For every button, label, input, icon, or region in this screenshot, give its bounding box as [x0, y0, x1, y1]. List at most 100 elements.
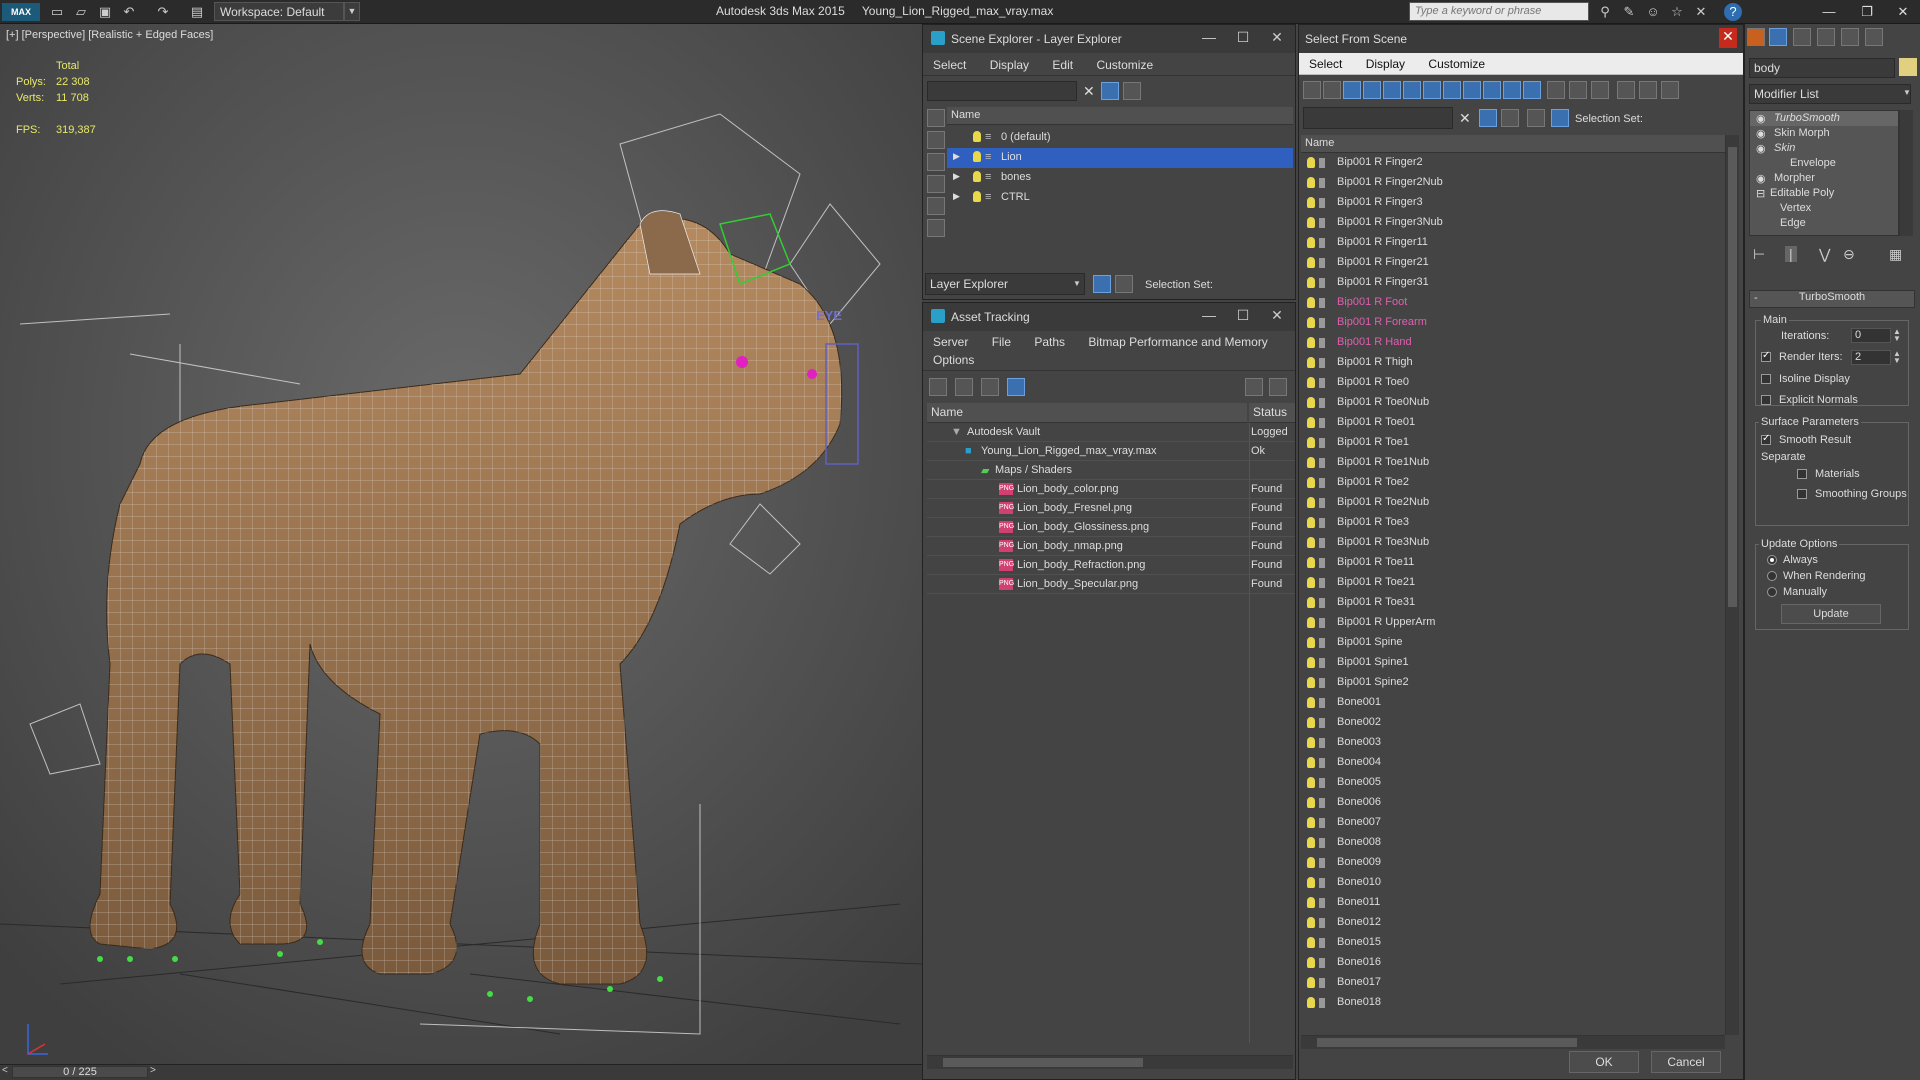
freeze-icon[interactable] [1319, 338, 1325, 348]
freeze-icon[interactable] [1319, 318, 1325, 328]
chevron-down-icon[interactable]: ▼ [1073, 279, 1081, 288]
freeze-icon[interactable] [1319, 198, 1325, 208]
tools-icon[interactable]: ✎ [1620, 3, 1638, 21]
freeze-icon[interactable] [1319, 798, 1325, 808]
menu-options[interactable]: Options [923, 353, 984, 371]
scene-object-row[interactable]: Bip001 R Toe1 [1301, 433, 1725, 453]
asset-row[interactable]: PNG Lion_body_nmap.png Found [927, 537, 1295, 556]
freeze-icon[interactable] [1319, 358, 1325, 368]
freeze-icon[interactable] [1319, 398, 1325, 408]
scene-explorer-search-input[interactable] [927, 81, 1077, 101]
modifier-subitem[interactable]: Envelope [1790, 157, 1836, 169]
freeze-icon[interactable] [1319, 738, 1325, 748]
menu-select[interactable]: Select [1299, 53, 1352, 75]
modifier-item[interactable]: Editable Poly [1770, 187, 1834, 199]
freeze-icon[interactable] [1319, 158, 1325, 168]
chevron-down-icon[interactable]: ▼ [1903, 88, 1911, 97]
asset-row[interactable]: PNG Lion_body_Specular.png Found [927, 575, 1295, 594]
object-color-swatch[interactable] [1899, 58, 1917, 76]
lightbulb-icon[interactable] [1307, 737, 1315, 748]
scene-object-row[interactable]: Bip001 R Toe11 [1301, 553, 1725, 573]
create-tab-icon[interactable] [1747, 28, 1765, 46]
lightbulb-icon[interactable] [1307, 857, 1315, 868]
scene-object-row[interactable]: Bone004 [1301, 753, 1725, 773]
scene-object-row[interactable]: Bone017 [1301, 973, 1725, 993]
open-file-icon[interactable]: ▱ [72, 3, 90, 21]
scene-object-row[interactable]: Bip001 R Toe2 [1301, 473, 1725, 493]
asset-row[interactable]: PNG Lion_body_color.png Found [927, 480, 1295, 499]
tree-view-icon[interactable] [981, 378, 999, 396]
workspace-dropdown[interactable]: Workspace: Default [214, 2, 344, 21]
scene-object-row[interactable]: Bone007 [1301, 813, 1725, 833]
freeze-icon[interactable] [1319, 718, 1325, 728]
scene-object-row[interactable]: Bone012 [1301, 913, 1725, 933]
freeze-icon[interactable] [1319, 178, 1325, 188]
asset-row[interactable]: PNG Lion_body_Fresnel.png Found [927, 499, 1295, 518]
freeze-icon[interactable] [1319, 998, 1325, 1008]
layer-options-icon[interactable] [1123, 82, 1141, 100]
layer-manage-icon[interactable] [1093, 275, 1111, 293]
lightbulb-icon[interactable] [1307, 457, 1315, 468]
scene-object-row[interactable]: Bone009 [1301, 853, 1725, 873]
close-x-icon[interactable]: ✕ [1692, 3, 1710, 21]
menu-customize[interactable]: Customize [1086, 54, 1163, 76]
layer-row[interactable]: ▶ ≡ bones [947, 168, 1293, 188]
lightbulb-icon[interactable] [1307, 477, 1315, 488]
lightbulb-icon[interactable] [1307, 557, 1315, 568]
lightbulb-icon[interactable] [1307, 177, 1315, 188]
lightbulb-icon[interactable] [1307, 157, 1315, 168]
filter-icon[interactable] [1479, 109, 1497, 127]
scene-object-row[interactable]: Bip001 Spine1 [1301, 653, 1725, 673]
maximize-icon[interactable]: ☐ [1231, 307, 1255, 324]
display-geometry-icon[interactable] [927, 109, 945, 127]
new-file-icon[interactable]: ▭ [48, 3, 66, 21]
display-containers-icon[interactable] [1483, 81, 1501, 99]
display-groups-icon[interactable] [1423, 81, 1441, 99]
lightbulb-icon[interactable] [1307, 657, 1315, 668]
restore-button[interactable]: ❐ [1852, 2, 1882, 22]
lightbulb-icon[interactable]: ◉ [1756, 142, 1766, 155]
lightbulb-icon[interactable] [1307, 637, 1315, 648]
scene-object-row[interactable]: Bip001 R Finger3Nub [1301, 213, 1725, 233]
scene-object-row[interactable]: Bip001 R Finger2Nub [1301, 173, 1725, 193]
save-file-icon[interactable]: ▣ [96, 3, 114, 21]
close-button[interactable]: ✕ [1888, 2, 1918, 22]
expand-arrow-icon[interactable]: ▶ [953, 191, 960, 202]
display-frozen-icon[interactable] [1503, 81, 1521, 99]
scene-object-row[interactable]: Bone016 [1301, 953, 1725, 973]
lightbulb-icon[interactable] [1307, 977, 1315, 988]
close-icon[interactable]: ✕ [1265, 29, 1289, 46]
scene-object-row[interactable]: Bip001 R Finger21 [1301, 253, 1725, 273]
freeze-icon[interactable] [1319, 378, 1325, 388]
lightbulb-icon[interactable] [1307, 897, 1315, 908]
asset-horizontal-scrollbar[interactable] [927, 1055, 1293, 1069]
scene-object-row[interactable]: Bip001 R Thigh [1301, 353, 1725, 373]
modify-tab-icon[interactable] [1769, 28, 1787, 46]
freeze-icon[interactable] [1319, 278, 1325, 288]
minimize-icon[interactable]: — [1197, 307, 1221, 323]
smooth-result-checkbox[interactable] [1761, 433, 1771, 445]
menu-bitmap-performance[interactable]: Bitmap Performance and Memory [1078, 331, 1277, 353]
expand-arrow-icon[interactable]: ▶ [953, 171, 960, 182]
modifier-subitem[interactable]: Edge [1780, 217, 1806, 229]
lightbulb-icon[interactable] [1307, 917, 1315, 928]
lightbulb-icon[interactable] [1307, 217, 1315, 228]
lightbulb-icon[interactable] [1307, 277, 1315, 288]
freeze-icon[interactable] [1319, 858, 1325, 868]
settings-icon[interactable] [1269, 378, 1287, 396]
lightbulb-icon[interactable] [1307, 777, 1315, 788]
asset-status-column-header[interactable]: Status [1249, 403, 1295, 423]
collapse-minus-icon[interactable]: - [1754, 292, 1758, 304]
freeze-icon[interactable] [1319, 938, 1325, 948]
scene-object-row[interactable]: Bip001 R Forearm [1301, 313, 1725, 333]
display-tab-icon[interactable] [1841, 28, 1859, 46]
menu-server[interactable]: Server [923, 331, 978, 353]
scene-object-row[interactable]: Bip001 R Toe1Nub [1301, 453, 1725, 473]
binoculars-icon[interactable]: ⚲ [1596, 3, 1614, 21]
modifier-item[interactable]: TurboSmooth [1774, 112, 1840, 124]
scene-object-row[interactable]: Bone003 [1301, 733, 1725, 753]
clear-x-icon[interactable]: ✕ [1459, 110, 1471, 127]
lightbulb-icon[interactable] [973, 191, 981, 202]
freeze-icon[interactable] [1319, 898, 1325, 908]
menu-customize[interactable]: Customize [1418, 53, 1495, 75]
